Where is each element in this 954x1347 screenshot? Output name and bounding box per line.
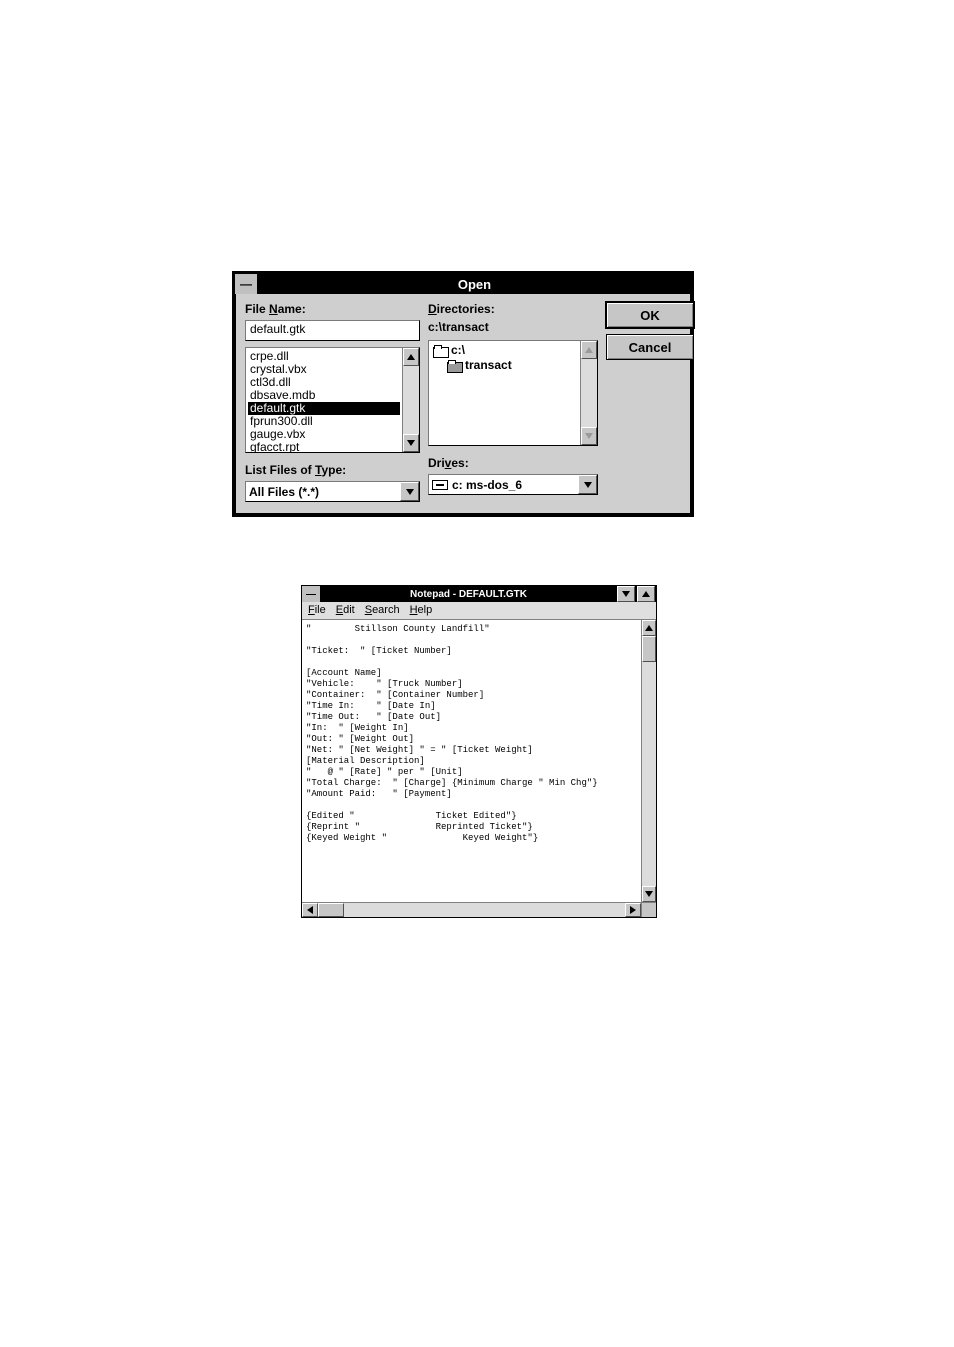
arrow-down-icon [645,891,653,897]
dropdown-button[interactable] [578,475,597,494]
arrow-down-icon [584,482,592,488]
list-type-label-post: ype: [321,463,346,477]
ok-label: OK [640,308,660,323]
folder-open-icon [433,345,447,356]
menu-search[interactable]: Search [365,604,400,616]
scroll-down-button[interactable] [403,434,419,452]
notepad-menubar: File Edit Search Help [302,602,656,620]
directory-list-items: c:\ transact [429,341,580,445]
scroll-up-button[interactable] [403,348,419,366]
folder-open-icon [447,360,461,371]
menu-file-mn: F [308,604,315,616]
scroll-up-button[interactable] [581,341,597,359]
file-column: File Name: default.gtk crpe.dllcrystal.v… [245,302,420,502]
file-name-label: File Name: [245,302,420,316]
scroll-thumb[interactable] [318,903,344,917]
directories-label: Directories: [428,302,598,316]
cancel-button[interactable]: Cancel [606,334,694,360]
scroll-left-button[interactable] [302,903,318,917]
scroll-down-button[interactable] [581,427,597,445]
menu-file-post: ile [315,604,326,616]
arrow-down-icon [585,433,593,439]
open-dialog: — Open File Name: default.gtk crpe.dllcr… [232,271,694,517]
drives-dropdown[interactable]: c: ms-dos_6 [428,474,598,495]
button-column: OK Cancel [606,302,696,502]
drive-icon [432,480,448,490]
file-name-label-pre: File [245,302,269,316]
scroll-up-button[interactable] [642,620,656,636]
list-type-label: List Files of Type: [245,463,420,477]
menu-help-mn: H [410,604,418,616]
file-name-value: default.gtk [250,322,305,336]
menu-help[interactable]: Help [410,604,433,616]
arrow-up-icon [585,347,593,353]
file-list-items: crpe.dllcrystal.vbxctl3d.dlldbsave.mdbde… [246,348,402,452]
list-type-label-pre: List Files of [245,463,315,477]
menu-edit[interactable]: Edit [336,604,355,616]
scroll-right-button[interactable] [625,903,641,917]
scroll-track[interactable] [318,903,625,917]
notepad-hscrollbar[interactable] [302,902,656,917]
notepad-window: — Notepad - DEFAULT.GTK File Edit Search… [301,585,657,918]
dir-label-post: irectories: [437,302,495,316]
menu-edit-post: dit [343,604,355,616]
minimize-button[interactable] [617,586,635,602]
notepad-vscrollbar[interactable] [641,620,656,902]
ok-button[interactable]: OK [606,302,694,328]
file-listbox[interactable]: crpe.dllcrystal.vbxctl3d.dlldbsave.mdbde… [245,347,420,453]
file-type-value: All Files (*.*) [246,482,400,501]
menu-search-mn: S [365,604,372,616]
arrow-up-icon [645,625,653,631]
menu-help-post: elp [418,604,433,616]
drives-label-post: es: [451,456,468,470]
file-name-input[interactable]: default.gtk [245,320,420,341]
arrow-left-icon [307,906,313,914]
file-name-label-post: ame: [278,302,306,316]
arrow-right-icon [630,906,636,914]
current-directory: c:\transact [428,320,598,334]
directory-root-label: c:\ [451,343,465,358]
notepad-textarea[interactable]: " Stillson County Landfill" "Ticket: " [… [302,620,641,902]
directory-column: Directories: c:\transact c:\ transact [428,302,598,502]
notepad-titlebar: — Notepad - DEFAULT.GTK [302,586,656,602]
directory-item-root[interactable]: c:\ [431,343,578,358]
file-name-mn: N [269,302,278,316]
dialog-title: Open [258,277,691,292]
scroll-track[interactable] [403,366,419,434]
file-type-dropdown[interactable]: All Files (*.*) [245,481,420,502]
directory-scrollbar[interactable] [580,341,597,445]
titlebar: — Open [235,274,691,294]
menu-edit-mn: E [336,604,343,616]
scroll-thumb[interactable] [642,636,656,662]
scroll-track[interactable] [581,359,597,427]
maximize-button[interactable] [637,586,655,602]
dropdown-button[interactable] [400,482,419,501]
notepad-client: " Stillson County Landfill" "Ticket: " [… [302,620,656,902]
drives-label: Drives: [428,456,598,470]
notepad-title: Notepad - DEFAULT.GTK [321,589,616,600]
arrow-up-icon [407,354,415,360]
directory-item-transact[interactable]: transact [431,358,578,373]
menu-file[interactable]: File [308,604,326,616]
dir-mn: D [428,302,437,316]
file-item[interactable]: gfacct.rpt [248,441,400,452]
arrow-down-icon [407,440,415,446]
directory-transact-label: transact [465,358,512,373]
drives-label-pre: Dri [428,456,445,470]
drives-value: c: ms-dos_6 [429,475,578,494]
cancel-label: Cancel [629,340,672,355]
drives-text: c: ms-dos_6 [452,478,522,492]
minimize-icon [622,591,630,597]
menu-search-post: earch [372,604,400,616]
system-menu-icon[interactable]: — [302,586,321,602]
scroll-down-button[interactable] [642,886,656,902]
scroll-corner [641,903,656,917]
maximize-icon [642,591,650,597]
scroll-track[interactable] [642,636,656,886]
dialog-body: File Name: default.gtk crpe.dllcrystal.v… [235,294,691,514]
directory-listbox[interactable]: c:\ transact [428,340,598,446]
system-menu-icon[interactable]: — [235,274,258,294]
arrow-down-icon [406,489,414,495]
file-list-scrollbar[interactable] [402,348,419,452]
